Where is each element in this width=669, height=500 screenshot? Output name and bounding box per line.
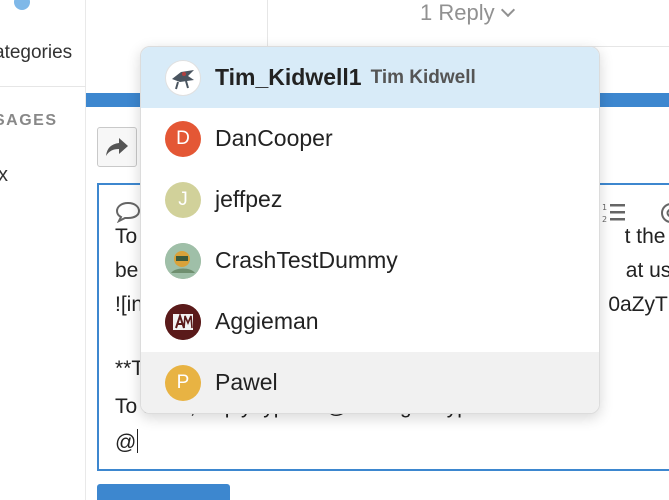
editor-line: 0aZyTN [608, 293, 669, 316]
mention-option[interactable]: CrashTestDummy [141, 230, 599, 291]
svg-text:1: 1 [602, 203, 607, 212]
mention-username: Pawel [215, 369, 278, 395]
avatar-image [165, 242, 201, 279]
ordered-list-icon[interactable]: 1 2 [601, 201, 627, 225]
notification-dot [14, 0, 30, 10]
text-caret [137, 429, 139, 453]
avatar-letter: P [176, 371, 190, 393]
editor-line: @ [115, 431, 137, 454]
avatar [165, 242, 201, 279]
reply-type-button[interactable] [97, 127, 137, 167]
mention-autocomplete: Tim_Kidwell1 Tim Kidwell D DanCooper J j… [140, 46, 600, 414]
sidebar-section-messages-header[interactable]: SAGES [0, 112, 58, 130]
avatar: P [165, 364, 201, 401]
editor-line: To [115, 225, 138, 248]
mention-username: CrashTestDummy [215, 247, 398, 273]
editor-line: be [115, 259, 139, 282]
topic-divider [267, 0, 268, 46]
svg-text:2: 2 [602, 215, 607, 224]
avatar-letter: D [176, 127, 190, 149]
mention-username: Aggieman [215, 308, 319, 334]
reply-submit-button[interactable] [97, 484, 230, 500]
chevron-down-icon [500, 2, 515, 18]
mention-option[interactable]: J jeffpez [141, 169, 599, 230]
editor-cursor-line: @ [115, 429, 139, 455]
sidebar: ategories SAGES x [0, 0, 86, 500]
mention-username: Tim_Kidwell1 [215, 64, 362, 90]
sidebar-item-categories[interactable]: ategories [0, 42, 72, 64]
mention-option[interactable]: Tim_Kidwell1 Tim Kidwell [141, 47, 599, 108]
avatar-image [165, 303, 201, 340]
mention-username: DanCooper [215, 125, 333, 151]
mention-full-name: Tim Kidwell [370, 66, 476, 88]
sidebar-item-inbox[interactable]: x [0, 164, 8, 187]
mention-option[interactable]: Aggieman [141, 291, 599, 352]
share-arrow-icon [106, 138, 128, 156]
avatar-letter: J [178, 188, 188, 210]
mention-username: jeffpez [215, 186, 283, 212]
avatar: D [165, 120, 201, 157]
gear-icon[interactable] [659, 201, 669, 225]
speech-bubble-icon[interactable] [115, 201, 141, 223]
avatar [165, 303, 201, 340]
avatar-image [172, 69, 194, 89]
reply-count-label: 1 Reply [420, 0, 495, 25]
editor-line: t the b [624, 225, 669, 248]
editor-line: ![in [115, 293, 144, 316]
mention-option[interactable]: D DanCooper [141, 108, 599, 169]
avatar: J [165, 181, 201, 218]
sidebar-divider [0, 86, 86, 87]
reply-count-toggle[interactable]: 1 Reply [420, 0, 515, 26]
avatar [165, 59, 201, 96]
mention-option[interactable]: P Pawel [141, 352, 599, 413]
editor-line: at use [625, 259, 669, 282]
